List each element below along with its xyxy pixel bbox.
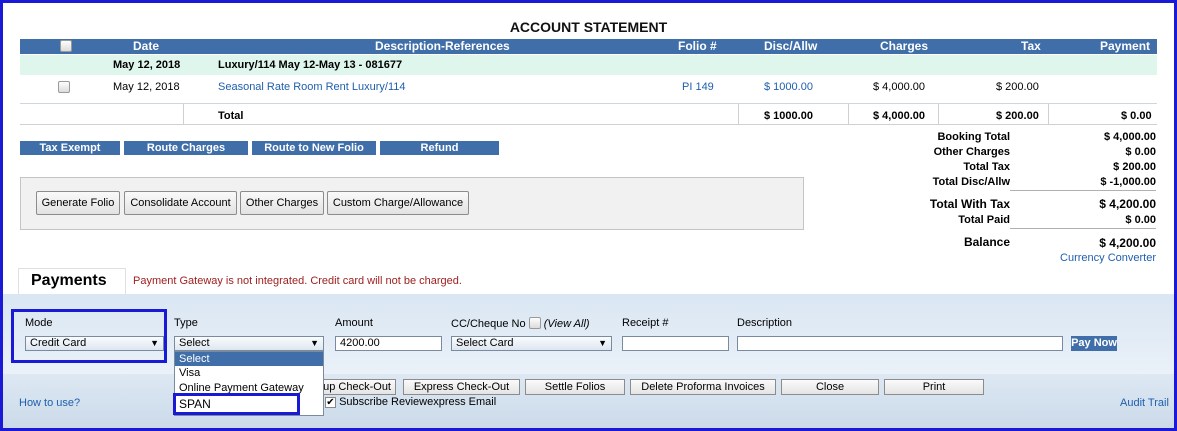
total-payment: $ 0.00 [1121,110,1152,122]
view-all-label: (View All) [543,318,590,330]
row-disc-link[interactable]: $ 1000.00 [764,81,813,93]
summary-divider [1010,228,1156,229]
other-charges-value: $ 0.00 [1125,146,1156,158]
span-highlight [173,393,300,415]
mode-highlight [11,309,167,363]
description-input[interactable] [737,336,1063,351]
balance-label: Balance [963,235,1010,249]
row-tax: $ 200.00 [996,81,1039,93]
row-date: May 12, 2018 [113,81,180,93]
total-with-tax-label: Total With Tax [929,197,1010,211]
delete-proforma-button[interactable]: Delete Proforma Invoices [630,379,776,395]
generate-folio-button[interactable]: Generate Folio [36,191,120,215]
group-date: May 12, 2018 [113,59,181,71]
amount-input[interactable]: 4200.00 [335,336,442,351]
type-option-visa[interactable]: Visa [175,366,323,380]
other-charges-label: Other Charges [933,146,1010,158]
type-select[interactable]: Select ▼ [174,336,324,351]
checkmark-icon[interactable]: ✔ [325,397,336,408]
row-description-link[interactable]: Seasonal Rate Room Rent Luxury/114 [218,81,406,93]
card-value: Select Card [456,337,514,349]
card-select[interactable]: Select Card ▼ [451,336,612,351]
how-to-use-link[interactable]: How to use? [19,397,80,409]
total-with-tax-value: $ 4,200.00 [1099,197,1156,211]
amount-label: Amount [335,317,373,329]
currency-converter-link[interactable]: Currency Converter [1010,252,1156,264]
cc-label: CC/Cheque No (View All) [451,317,590,330]
total-tax: $ 200.00 [996,110,1039,122]
type-value: Select [179,337,210,349]
summary-divider [1010,190,1156,191]
group-description: Luxury/114 May 12-May 13 - 081677 [218,59,403,71]
cc-label-text: CC/Cheque No [451,318,526,330]
subscribe-label: Subscribe Reviewexpress Email [339,396,497,408]
view-all-checkbox[interactable] [528,317,541,329]
group-row: May 12, 2018 Luxury/114 May 12-May 13 - … [20,55,1157,75]
total-disc-value: $ -1,000.00 [1100,176,1156,188]
page-title: ACCOUNT STATEMENT [509,19,668,35]
header-charges: Charges [880,39,929,53]
chevron-down-icon: ▼ [310,338,319,348]
total-charges: $ 4,000.00 [873,110,925,122]
consolidate-account-button[interactable]: Consolidate Account [124,191,237,215]
print-button[interactable]: Print [884,379,984,395]
header-disc: Disc/Allw [764,39,818,53]
total-label: Total [218,110,244,122]
statement-table-header: Date Description-References Folio # Disc… [20,39,1157,54]
total-disc-label: Total Disc/Allw [932,176,1010,188]
receipt-label: Receipt # [622,317,669,329]
header-date: Date [133,39,160,53]
type-label: Type [174,317,198,329]
table-row: May 12, 2018 Seasonal Rate Room Rent Lux… [20,76,1157,104]
other-charges-button[interactable]: Other Charges [240,191,324,215]
route-to-new-folio-button[interactable]: Route to New Folio [252,141,376,155]
refund-button[interactable]: Refund [380,141,499,155]
subscribe-option[interactable]: ✔ Subscribe Reviewexpress Email [325,396,496,408]
close-button[interactable]: Close [781,379,879,395]
booking-total-label: Booking Total [937,131,1010,143]
total-paid-value: $ 0.00 [1125,214,1156,226]
gateway-warning: Payment Gateway is not integrated. Credi… [133,275,462,287]
tax-exempt-button[interactable]: Tax Exempt [20,141,120,155]
pay-now-button[interactable]: Pay Now [1071,336,1117,351]
chevron-down-icon: ▼ [598,338,607,348]
route-charges-button[interactable]: Route Charges [124,141,248,155]
select-all-checkbox[interactable] [60,40,72,56]
header-payment: Payment [1100,39,1151,53]
total-tax-value: $ 200.00 [1113,161,1156,173]
description-label: Description [737,317,793,329]
receipt-input[interactable] [622,336,729,351]
type-option-select[interactable]: Select [175,352,323,366]
row-folio-link[interactable]: PI 149 [682,81,714,93]
booking-total-value: $ 4,000.00 [1104,131,1156,143]
custom-charge-button[interactable]: Custom Charge/Allowance [327,191,469,215]
header-description: Description-References [375,39,510,53]
audit-trail-link[interactable]: Audit Trail [1120,397,1169,409]
total-tax-label: Total Tax [963,161,1010,173]
total-row: Total $ 1000.00 $ 4,000.00 $ 200.00 $ 0.… [20,105,1157,125]
total-paid-label: Total Paid [958,214,1010,226]
express-checkout-button[interactable]: Express Check-Out [403,379,520,395]
settle-folios-button[interactable]: Settle Folios [525,379,625,395]
header-tax: Tax [1021,39,1041,53]
balance-value: $ 4,200.00 [1099,236,1156,250]
row-checkbox[interactable] [58,81,70,96]
row-charges: $ 4,000.00 [873,81,925,93]
header-folio: Folio # [678,39,717,53]
total-disc: $ 1000.00 [764,110,813,122]
tab-payments[interactable]: Payments [18,268,126,294]
